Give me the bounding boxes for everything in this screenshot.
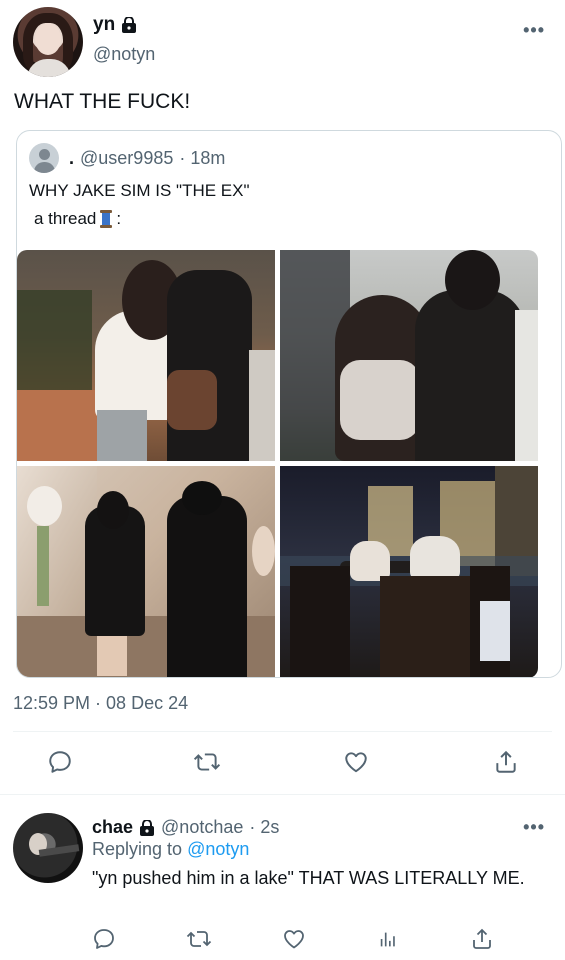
tweet-text: WHAT THE FUCK!	[14, 90, 191, 113]
replying-label: Replying to	[92, 839, 183, 859]
quoted-handle[interactable]: @user9985	[80, 148, 173, 169]
share-icon[interactable]	[468, 925, 496, 953]
retweet-icon[interactable]	[193, 748, 221, 776]
quoted-time: · 18m	[179, 148, 226, 168]
photo-4[interactable]	[280, 466, 538, 677]
photo-1[interactable]	[17, 250, 275, 461]
quoted-tweet[interactable]: . @user9985 · 18m WHY JAKE SIM IS "THE E…	[16, 130, 562, 678]
reply-text: "yn pushed him in a lake" THAT WAS LITER…	[92, 868, 525, 888]
reply-actions	[0, 925, 565, 955]
tweet-timestamp[interactable]: 12:59 PM · 08 Dec 24	[13, 693, 188, 714]
reply-display-name[interactable]: chae	[92, 817, 133, 838]
like-icon[interactable]	[280, 925, 308, 953]
divider	[13, 731, 552, 732]
like-icon[interactable]	[342, 748, 370, 776]
more-horizontal-icon[interactable]: •••	[523, 20, 545, 41]
photo-3[interactable]	[17, 466, 275, 677]
more-horizontal-icon[interactable]: •••	[523, 817, 545, 838]
quoted-meta: . @user9985 · 18m	[69, 148, 225, 169]
reply-handle[interactable]: @notchae	[161, 817, 243, 838]
quoted-display-name[interactable]: .	[69, 148, 74, 169]
reply-icon[interactable]	[46, 748, 74, 776]
reply-time: · 2s	[249, 817, 280, 837]
replying-mention[interactable]: @notyn	[187, 839, 249, 859]
quoted-text-colon: :	[116, 209, 122, 228]
author-display-name[interactable]: yn	[93, 14, 115, 36]
reply-icon[interactable]	[90, 925, 118, 953]
reply-name-row: chae @notchae · 2s	[92, 817, 279, 838]
lock-icon	[122, 17, 137, 33]
lock-icon	[140, 819, 155, 836]
share-icon[interactable]	[492, 748, 520, 776]
thread-spool-icon	[100, 210, 113, 228]
author-name-row: yn	[93, 14, 137, 36]
analytics-icon[interactable]	[374, 925, 402, 953]
quoted-text-thread: a thread	[34, 209, 97, 228]
author-handle[interactable]: @notyn	[93, 44, 155, 65]
photo-2[interactable]	[280, 250, 538, 461]
tweet-actions	[0, 745, 565, 779]
replying-to: Replying to @notyn	[92, 839, 249, 860]
author-avatar[interactable]	[13, 7, 83, 77]
retweet-icon[interactable]	[185, 925, 213, 953]
reply-avatar[interactable]	[13, 813, 83, 883]
quoted-avatar[interactable]	[29, 143, 59, 173]
reply-tweet[interactable]: chae @notchae · 2s ••• Replying to @noty…	[0, 795, 565, 960]
quoted-text-line2: a thread :	[34, 209, 121, 229]
photo-grid	[17, 250, 561, 677]
quoted-text-line1: WHY JAKE SIM IS "THE EX"	[29, 181, 250, 200]
